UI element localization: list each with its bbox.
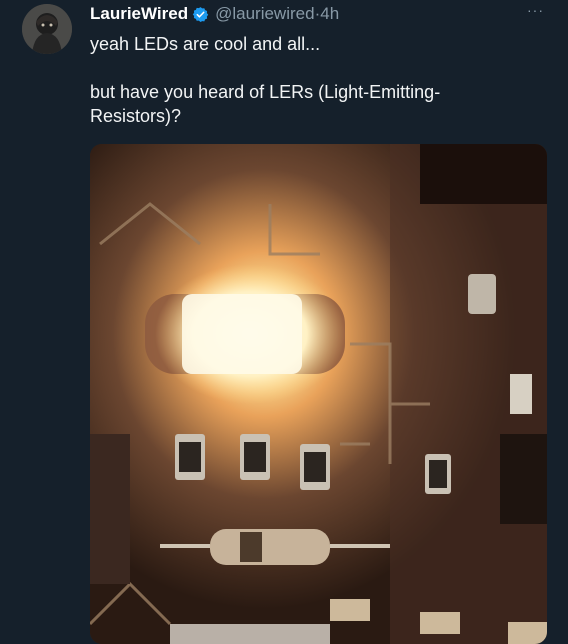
timestamp[interactable]: 4h xyxy=(320,4,339,23)
circuit-board-photo xyxy=(90,144,547,644)
tweet: LaurieWired @lauriewired·4h ··· yeah LED… xyxy=(0,0,568,644)
avatar-image xyxy=(22,4,72,54)
avatar[interactable] xyxy=(22,4,72,54)
author-name[interactable]: LaurieWired xyxy=(90,4,188,24)
more-options-icon[interactable]: ··· xyxy=(527,2,544,18)
author-handle[interactable]: @lauriewired·4h xyxy=(215,4,339,24)
tweet-text: yeah LEDs are cool and all... but have y… xyxy=(90,34,441,126)
tweet-header: LaurieWired @lauriewired·4h xyxy=(90,3,339,25)
verified-badge-icon xyxy=(192,6,209,23)
handle-text: @lauriewired xyxy=(215,4,315,23)
tweet-media[interactable] xyxy=(90,144,547,644)
